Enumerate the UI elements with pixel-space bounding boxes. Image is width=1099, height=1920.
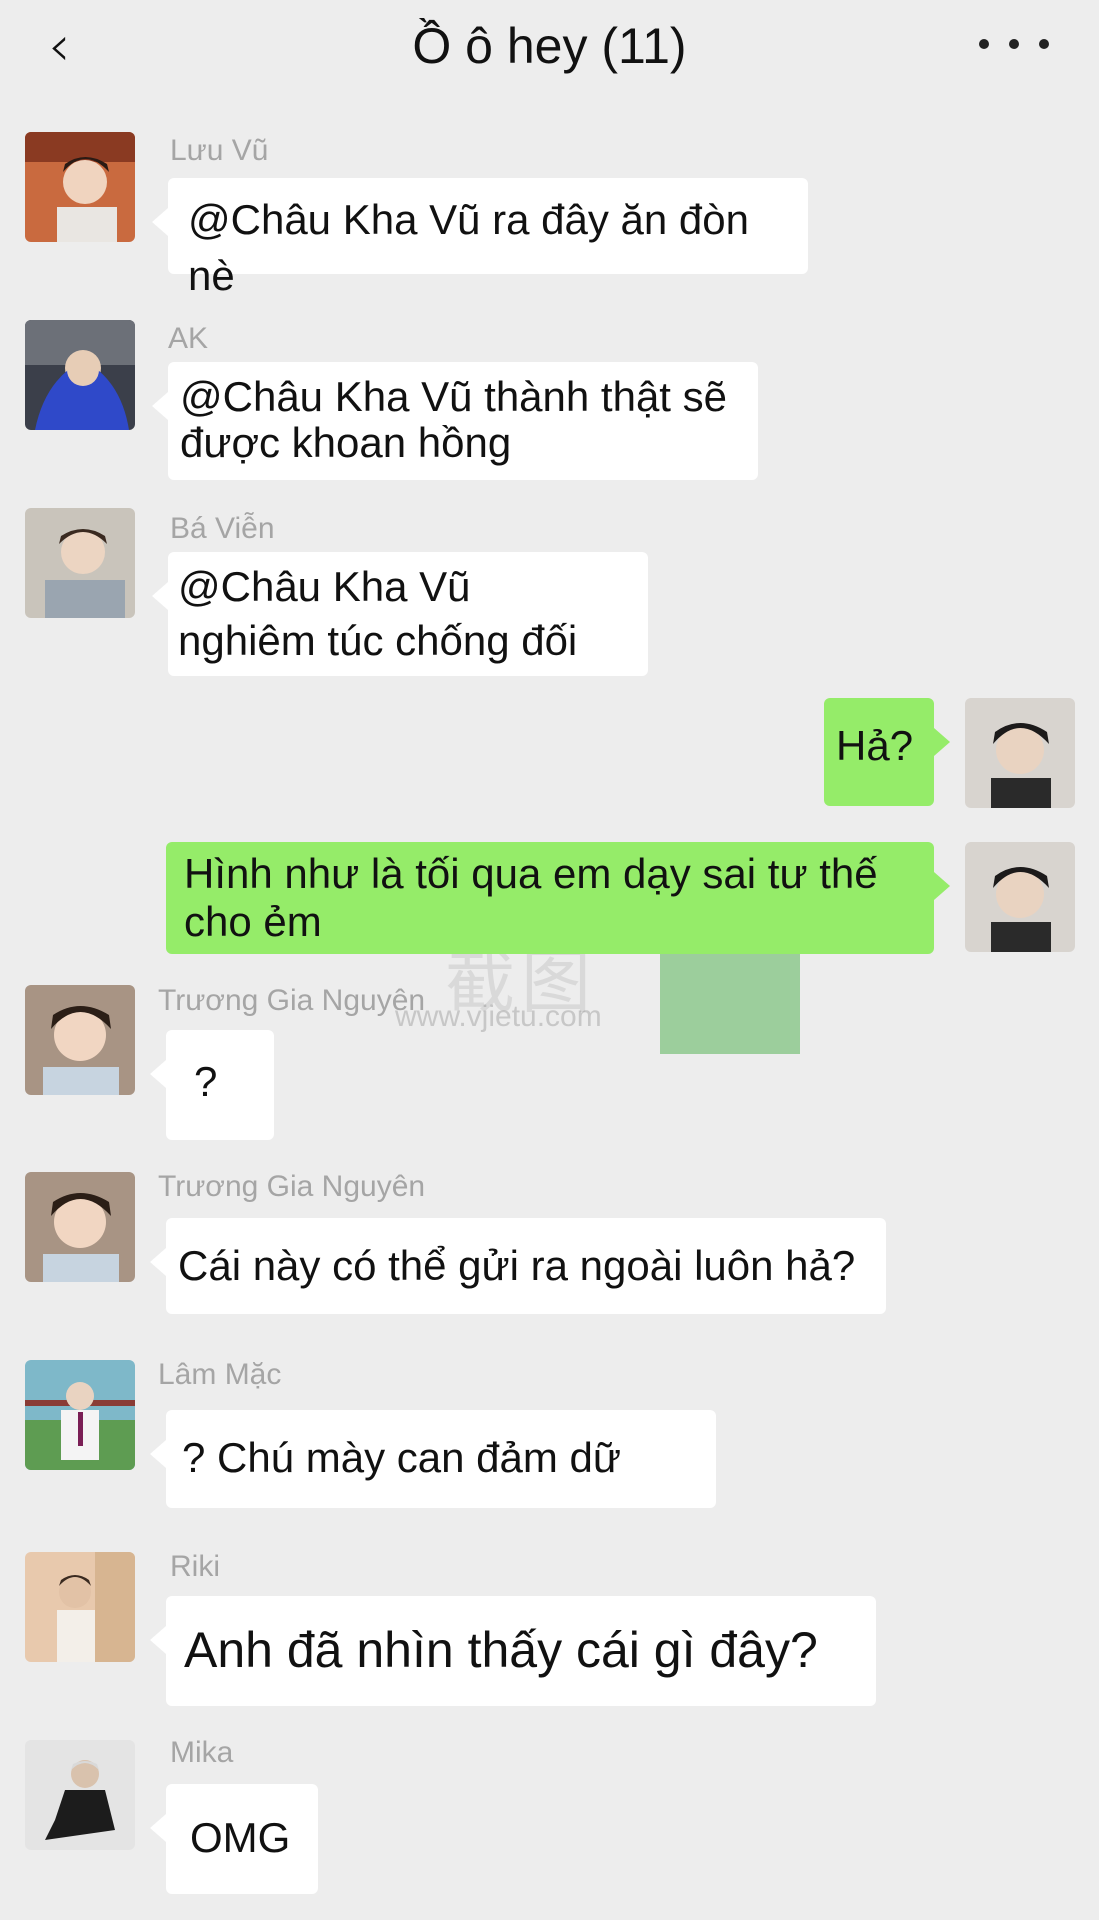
avatar[interactable] [25, 1740, 135, 1850]
message-bubble[interactable]: ? [150, 1030, 274, 1140]
avatar[interactable] [25, 1360, 135, 1470]
avatar[interactable] [25, 1552, 135, 1662]
watermark-url: www.vjietu.com [395, 1000, 602, 1033]
chat-title: Ồ ô hey (11) [412, 18, 687, 74]
watermark: 截图 www.vjietu.com [385, 924, 805, 1060]
sender-name: Riki [170, 1550, 220, 1583]
sender-name: Bá Viễn [170, 512, 275, 545]
sender-name: Trương Gia Nguyên [158, 984, 426, 1017]
message-bubble[interactable]: ? Chú mày can đảm dữ [150, 1410, 716, 1508]
message-bubble[interactable]: Anh đã nhìn thấy cái gì đây? [150, 1596, 876, 1706]
sender-name: Mika [170, 1736, 234, 1769]
avatar[interactable] [25, 985, 135, 1095]
message-bubble-outgoing[interactable]: Hình như là tối qua em dạy sai tư thế ch… [166, 842, 950, 954]
avatar-self[interactable] [965, 698, 1075, 808]
message-bubble[interactable]: @Châu Kha Vũ ra đây ăn đòn nè [152, 178, 808, 299]
avatar[interactable] [25, 320, 135, 430]
avatar[interactable] [25, 508, 135, 618]
avatar-self[interactable] [965, 842, 1075, 952]
message-bubble[interactable]: @Châu Kha Vũ nghiêm túc chống đối [152, 552, 648, 676]
message-bubble[interactable]: Cái này có thể gửi ra ngoài luôn hả? [150, 1218, 886, 1314]
sender-name: AK [168, 322, 209, 355]
sender-name: Lâm Mặc [158, 1358, 282, 1391]
message-bubble-outgoing[interactable]: Hả? [824, 698, 950, 806]
sender-name: Lưu Vũ [170, 134, 269, 167]
message-bubble[interactable]: OMG [150, 1784, 318, 1894]
message-bubble[interactable]: @Châu Kha Vũ thành thật sẽ được khoan hồ… [152, 362, 758, 480]
more-dots-icon[interactable] [979, 14, 1049, 74]
avatar[interactable] [25, 1172, 135, 1282]
avatar[interactable] [25, 132, 135, 242]
sender-name: Trương Gia Nguyên [158, 1170, 426, 1203]
chat-header: ‹ Ồ ô hey (11) [0, 0, 1099, 100]
